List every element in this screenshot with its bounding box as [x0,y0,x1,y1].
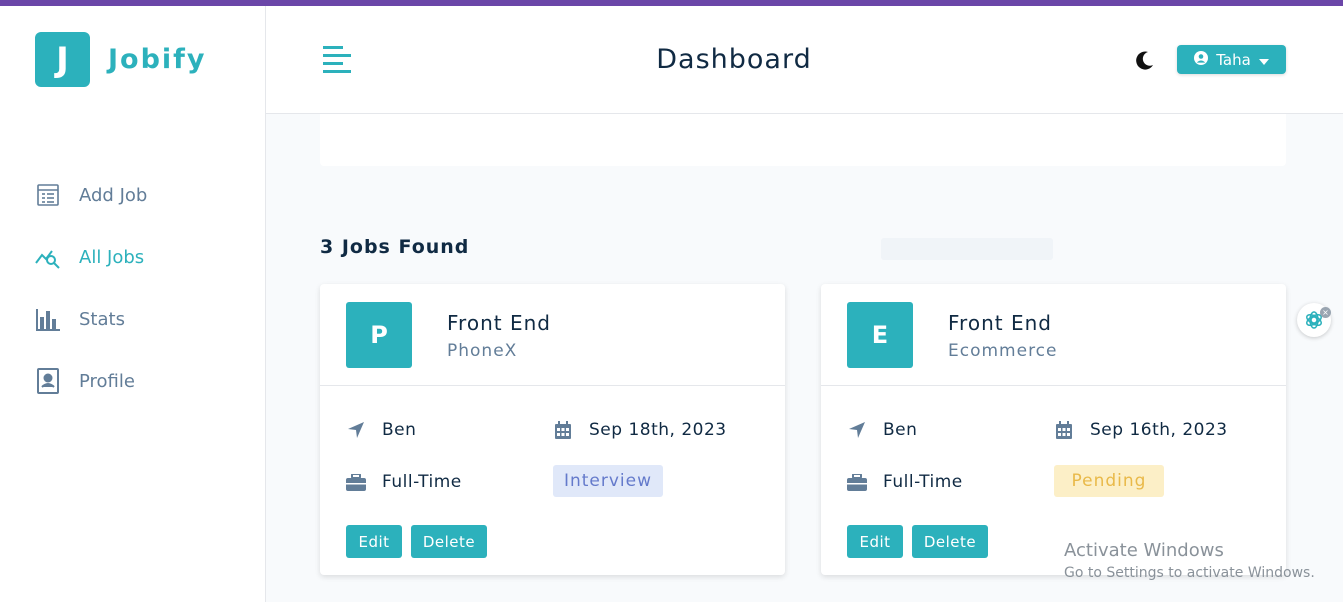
sidebar-item-label: All Jobs [79,246,145,268]
job-card: E Front End Ecommerce Ben Sep 16th, 2023 [821,284,1286,575]
job-position: Front End [447,311,551,335]
calendar-icon [553,420,573,440]
main-content: 3 Jobs Found P Front End PhoneX Ben Sep … [267,114,1343,602]
job-date: Sep 16th, 2023 [1054,420,1228,440]
job-avatar: P [346,302,412,368]
user-circle-icon [1194,50,1209,69]
page-title: Dashboard [656,44,812,75]
job-company: PhoneX [447,341,518,361]
close-icon[interactable]: × [1320,307,1331,318]
activate-windows-watermark: Activate Windows Go to Settings to activ… [1064,540,1315,581]
chart-search-icon [35,244,61,270]
logo-mark: J [35,32,90,87]
job-location-text: Ben [382,420,417,440]
activate-subtitle: Go to Settings to activate Windows. [1064,565,1315,581]
logo-text: Jobify [108,44,207,75]
briefcase-icon [847,472,867,492]
moon-icon[interactable] [1134,49,1156,71]
location-arrow-icon [346,420,366,440]
delete-button[interactable]: Delete [411,525,487,558]
bar-chart-icon [35,306,61,332]
job-company: Ecommerce [948,341,1058,361]
caret-down-icon [1258,51,1269,69]
calendar-icon [1054,420,1074,440]
job-position: Front End [948,311,1052,335]
job-location: Ben [346,420,416,440]
job-card-header: E Front End Ecommerce [821,284,1286,386]
job-location-text: Ben [883,420,918,440]
location-arrow-icon [847,420,867,440]
sidebar: J Jobify Add Job All Jobs Stats Profile [0,6,266,602]
activate-title: Activate Windows [1064,540,1224,561]
job-card: P Front End PhoneX Ben Sep 18th, 2023 Fu… [320,284,785,575]
edit-button[interactable]: Edit [847,525,903,558]
user-name: Taha [1216,50,1251,69]
edit-button[interactable]: Edit [346,525,402,558]
job-date-text: Sep 18th, 2023 [589,420,727,440]
job-type: Full-Time [847,472,963,492]
jobs-count-heading: 3 Jobs Found [320,236,470,258]
delete-button[interactable]: Delete [912,525,988,558]
job-type: Full-Time [346,472,462,492]
status-badge: Pending [1054,465,1164,497]
faint-overlay-strip [881,238,1053,260]
job-date: Sep 18th, 2023 [553,420,727,440]
sidebar-nav: Add Job All Jobs Stats Profile [35,164,147,412]
top-header: Dashboard Taha [266,6,1343,114]
job-card-header: P Front End PhoneX [320,284,785,386]
logo[interactable]: J Jobify [35,32,207,87]
add-job-form-icon [35,182,61,208]
id-card-icon [35,368,61,394]
job-location: Ben [847,420,917,440]
sidebar-item-add-job[interactable]: Add Job [35,164,147,226]
user-menu-button[interactable]: Taha [1177,45,1286,74]
job-type-text: Full-Time [883,472,963,492]
job-date-text: Sep 16th, 2023 [1090,420,1228,440]
sidebar-item-label: Stats [79,308,125,330]
job-type-text: Full-Time [382,472,462,492]
sidebar-item-label: Profile [79,370,135,392]
sidebar-item-label: Add Job [79,184,148,206]
sidebar-item-stats[interactable]: Stats [35,288,147,350]
job-avatar: E [847,302,913,368]
search-form-panel [320,114,1286,166]
status-badge: Interview [553,465,663,497]
briefcase-icon [346,472,366,492]
sidebar-item-profile[interactable]: Profile [35,350,147,412]
sidebar-item-all-jobs[interactable]: All Jobs [35,226,147,288]
